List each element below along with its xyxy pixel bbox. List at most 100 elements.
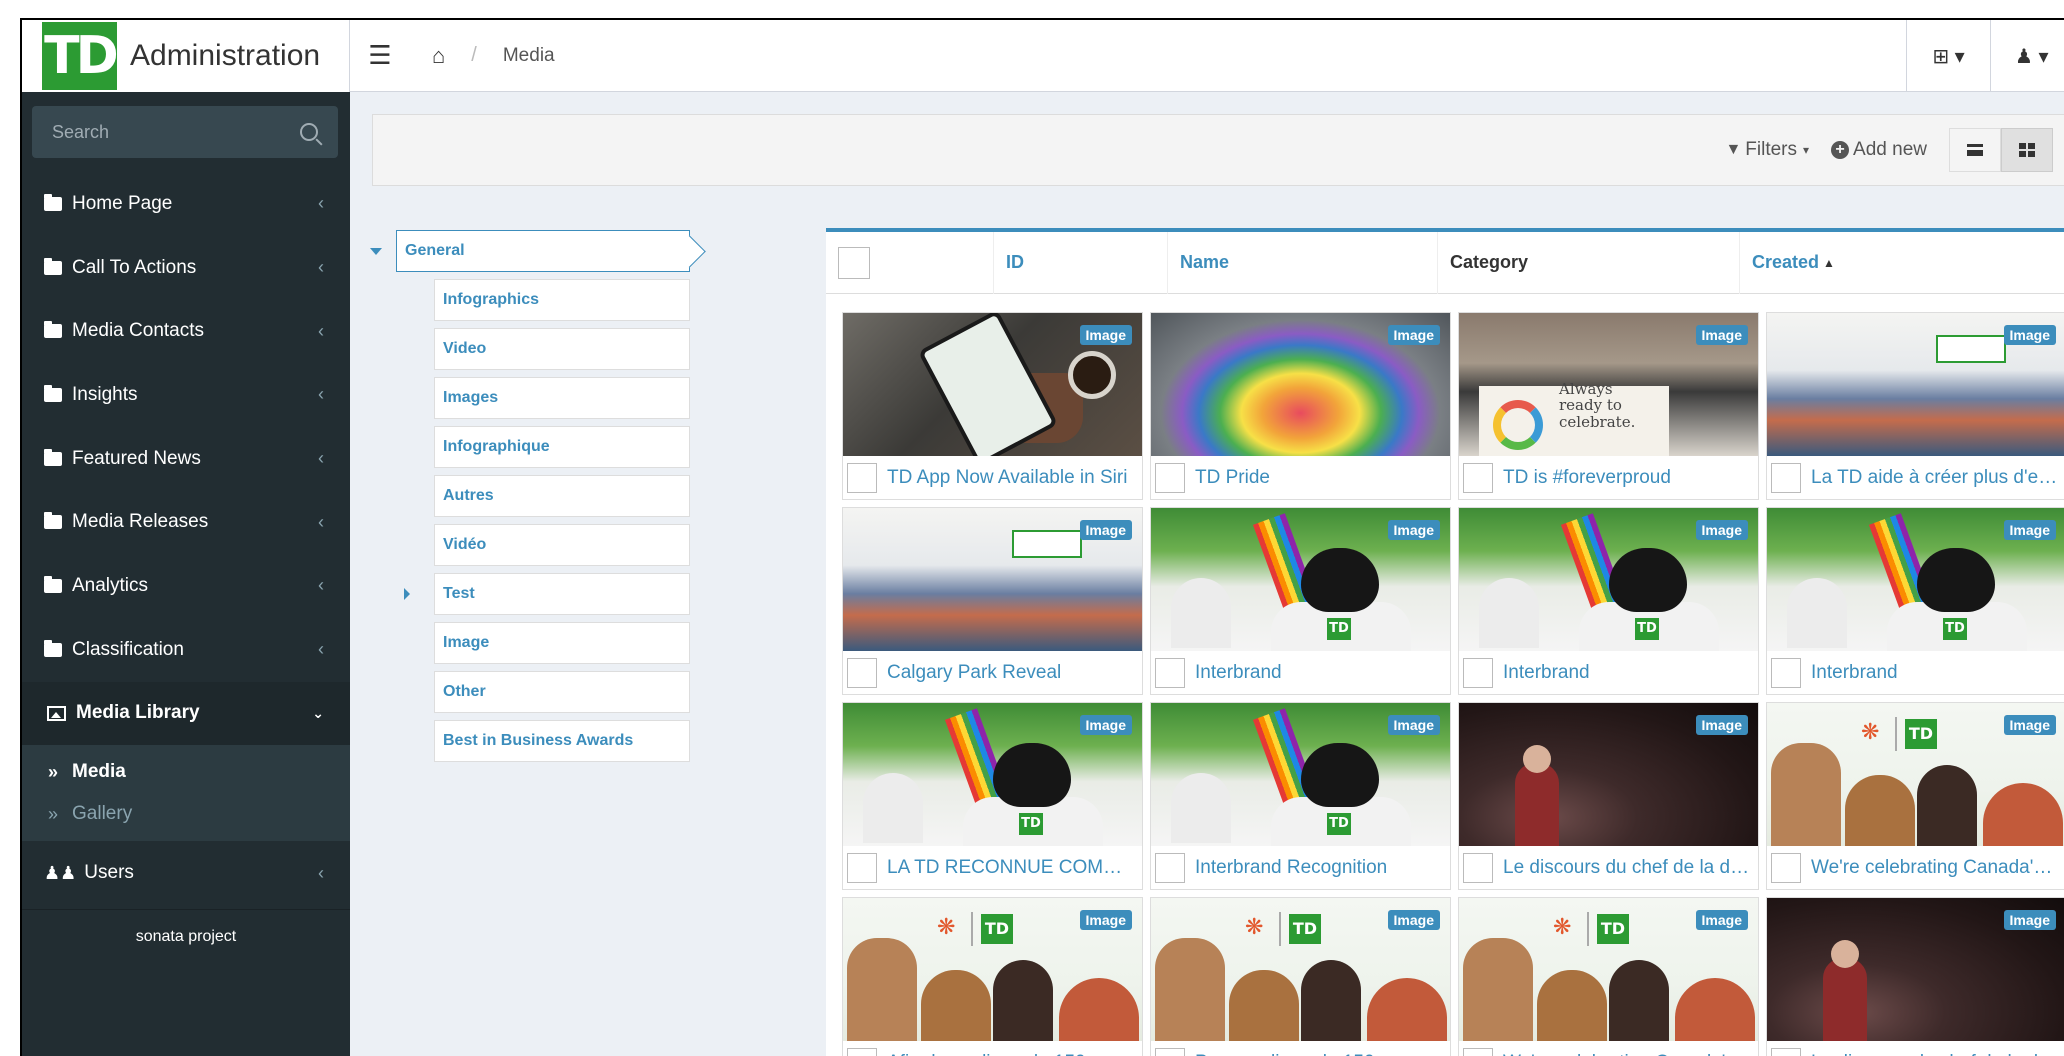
tree-node-video[interactable]: Video <box>434 328 690 370</box>
media-select-checkbox[interactable] <box>1463 1048 1493 1056</box>
media-card[interactable]: Image TD Pride <box>1150 312 1451 500</box>
media-name-link[interactable]: Calgary Park Reveal <box>887 662 1061 684</box>
sidebar-item-analytics[interactable]: Analytics ‹ <box>22 554 350 618</box>
media-name-link[interactable]: La TD aide à créer plus d'espaces <box>1811 467 2061 489</box>
tree-node-autres[interactable]: Autres <box>434 475 690 517</box>
media-select-checkbox[interactable] <box>847 853 877 883</box>
sidebar-item-media-contacts[interactable]: Media Contacts ‹ <box>22 299 350 363</box>
media-card[interactable]: ❋TDImage Pour souligner le 150e anniversa… <box>1150 897 1451 1056</box>
submenu-item-media[interactable]: » Media <box>22 751 350 793</box>
media-select-checkbox[interactable] <box>1771 658 1801 688</box>
menu-toggle-icon[interactable]: ☰ <box>350 20 410 92</box>
add-menu-button[interactable]: ⊞ ▾ <box>1906 20 1990 92</box>
media-name-link[interactable]: Le discours du chef de la direction <box>1811 1052 2061 1056</box>
media-select-checkbox[interactable] <box>1155 463 1185 493</box>
sidebar-search-input[interactable]: Search <box>32 106 338 158</box>
submenu-item-gallery[interactable]: » Gallery <box>22 793 350 835</box>
media-name-link[interactable]: Interbrand Recognition <box>1195 857 1387 879</box>
sidebar-item-featured-news[interactable]: Featured News ‹ <box>22 427 350 491</box>
media-thumbnail[interactable]: ❋ TD Image <box>843 898 1142 1041</box>
caret-right-icon[interactable] <box>404 588 410 600</box>
media-thumbnail[interactable]: Image <box>1151 313 1450 456</box>
tree-node-infographique[interactable]: Infographique <box>434 426 690 468</box>
media-card[interactable]: TD Image Interbrand <box>1766 507 2064 695</box>
media-select-checkbox[interactable] <box>1771 463 1801 493</box>
media-select-checkbox[interactable] <box>1463 658 1493 688</box>
user-menu-button[interactable]: ♟ ▾ <box>1990 20 2064 92</box>
tree-node-best-in-business-awards[interactable]: Best in Business Awards <box>434 720 690 762</box>
search-icon[interactable] <box>300 123 318 141</box>
media-thumbnail[interactable]: ❋ TD Image <box>1459 898 1758 1041</box>
brand[interactable]: TD Administration <box>22 20 350 92</box>
media-thumbnail[interactable]: Image <box>843 313 1142 456</box>
media-thumbnail[interactable]: TD Image <box>1459 508 1758 651</box>
list-view-button[interactable] <box>1949 128 2001 172</box>
filters-dropdown[interactable]: ▼ Filters ▾ <box>1725 139 1809 161</box>
media-name-link[interactable]: TD is #foreverproud <box>1503 467 1671 489</box>
media-card[interactable]: ❋TDImage We're celebrating Canada's 150th <box>1766 702 2064 890</box>
media-thumbnail[interactable]: ❋ TD Image <box>1767 703 2064 846</box>
sidebar-item-media-library[interactable]: Media Library ⌄ <box>22 681 350 746</box>
media-select-checkbox[interactable] <box>847 658 877 688</box>
media-thumbnail[interactable]: TD Image <box>843 703 1142 846</box>
media-card[interactable]: Image Calgary Park Reveal <box>842 507 1143 695</box>
grid-view-button[interactable] <box>2001 128 2053 172</box>
media-card[interactable]: TDImage LA TD RECONNUE COMME UNE MARQUE <box>842 702 1143 890</box>
media-card[interactable]: Image La TD aide à créer plus d'espaces <box>1766 312 2064 500</box>
media-thumbnail[interactable]: TD Image <box>1151 508 1450 651</box>
media-name-link[interactable]: We're celebrating Canada's 150th <box>1503 1052 1753 1056</box>
select-all-checkbox[interactable] <box>838 246 870 279</box>
media-name-link[interactable]: Interbrand <box>1503 662 1590 684</box>
media-thumbnail[interactable]: Image <box>843 508 1142 651</box>
media-card[interactable]: Always ready to celebrate. Image TD is #fo… <box>1458 312 1759 500</box>
media-select-checkbox[interactable] <box>1463 853 1493 883</box>
media-name-link[interactable]: Interbrand <box>1811 662 1898 684</box>
media-name-link[interactable]: Pour souligner le 150e anniversaire <box>1195 1052 1445 1056</box>
media-select-checkbox[interactable] <box>1155 658 1185 688</box>
sidebar-footer[interactable]: sonata project <box>22 908 350 965</box>
caret-down-icon[interactable] <box>370 247 382 255</box>
media-card[interactable]: Image TD App Now Available in Siri <box>842 312 1143 500</box>
sidebar-item-users[interactable]: ♟♟ Users ‹ <box>22 841 350 905</box>
media-select-checkbox[interactable] <box>1155 853 1185 883</box>
tree-node-image[interactable]: Image <box>434 622 690 664</box>
media-thumbnail[interactable]: Always ready to celebrate. Image <box>1459 313 1758 456</box>
tree-node-test[interactable]: Test <box>434 573 690 615</box>
media-card[interactable]: ❋TDImage We're celebrating Canada's 150th <box>1458 897 1759 1056</box>
column-created[interactable]: Created ▲ <box>1740 232 2064 294</box>
tree-node-general[interactable]: General <box>396 230 690 272</box>
home-icon[interactable]: ⌂ <box>432 43 445 69</box>
media-thumbnail[interactable]: Image <box>1459 703 1758 846</box>
media-thumbnail[interactable]: Image <box>1767 313 2064 456</box>
media-thumbnail[interactable]: TD Image <box>1151 703 1450 846</box>
media-thumbnail[interactable]: Image <box>1767 898 2064 1041</box>
media-card[interactable]: TD Image Interbrand <box>1150 507 1451 695</box>
tree-node-other[interactable]: Other <box>434 671 690 713</box>
media-card[interactable]: Image Le discours du chef de la direction <box>1766 897 2064 1056</box>
media-name-link[interactable]: Afin de souligner le 150e anniversaire <box>887 1052 1137 1056</box>
column-name[interactable]: Name <box>1168 231 1438 294</box>
column-id[interactable]: ID <box>994 231 1168 294</box>
tree-node-infographics[interactable]: Infographics <box>434 279 690 321</box>
sidebar-item-insights[interactable]: Insights ‹ <box>22 363 350 427</box>
media-thumbnail[interactable]: TD Image <box>1767 508 2064 651</box>
media-select-checkbox[interactable] <box>1155 1048 1185 1056</box>
sidebar-item-classification[interactable]: Classification ‹ <box>22 618 350 682</box>
media-name-link[interactable]: We're celebrating Canada's 150th <box>1811 857 2061 879</box>
media-card[interactable]: Image Le discours du chef de la direction <box>1458 702 1759 890</box>
sidebar-item-home-page[interactable]: Home Page ‹ <box>22 172 350 236</box>
tree-node-video-fr[interactable]: Vidéo <box>434 524 690 566</box>
tree-node-images[interactable]: Images <box>434 377 690 419</box>
media-thumbnail[interactable]: ❋ TD Image <box>1151 898 1450 1041</box>
media-select-checkbox[interactable] <box>1771 1048 1801 1056</box>
media-card[interactable]: TD Image Interbrand <box>1458 507 1759 695</box>
media-name-link[interactable]: TD Pride <box>1195 467 1270 489</box>
media-select-checkbox[interactable] <box>1463 463 1493 493</box>
media-name-link[interactable]: Le discours du chef de la direction <box>1503 857 1753 879</box>
sidebar-item-media-releases[interactable]: Media Releases ‹ <box>22 490 350 554</box>
media-name-link[interactable]: LA TD RECONNUE COMME UNE MARQUE <box>887 857 1137 879</box>
media-select-checkbox[interactable] <box>1771 853 1801 883</box>
media-card[interactable]: TD Image Interbrand Recognition <box>1150 702 1451 890</box>
media-select-checkbox[interactable] <box>847 463 877 493</box>
media-card[interactable]: ❋TDImage Afin de souligner le 150e annive… <box>842 897 1143 1056</box>
